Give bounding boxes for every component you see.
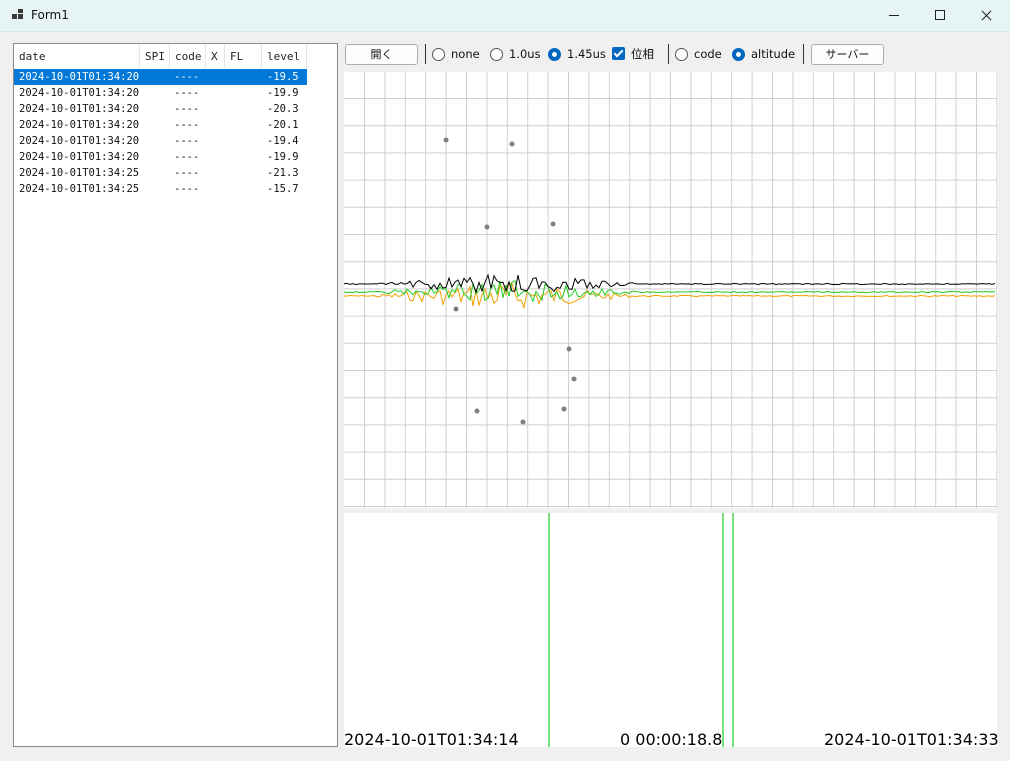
radio-none[interactable] xyxy=(432,48,445,61)
server-button[interactable]: サーバー xyxy=(811,44,884,65)
timeline-panel[interactable] xyxy=(344,513,997,747)
phase-marker xyxy=(443,137,449,143)
phase-marker xyxy=(571,376,577,382)
signal-chart xyxy=(343,72,998,508)
table-row[interactable]: 2024-10-01T01:34:20 ---- -19.9 xyxy=(14,85,307,101)
phase-checkbox[interactable] xyxy=(612,47,625,60)
table-row[interactable]: 2024-10-01T01:34:20 ---- -20.1 xyxy=(14,117,307,133)
open-button[interactable]: 開く xyxy=(345,44,418,65)
maximize-button[interactable] xyxy=(917,0,963,31)
table-row[interactable]: 2024-10-01T01:34:20 ---- -20.3 xyxy=(14,101,307,117)
window-title: Form1 xyxy=(31,8,69,22)
series-orange xyxy=(343,282,996,310)
column-header-x[interactable]: X xyxy=(206,44,225,68)
toolbar-separator xyxy=(425,44,426,64)
column-header-spi[interactable]: SPI xyxy=(140,44,170,68)
cell-code: ---- xyxy=(174,183,200,195)
cell-date: 2024-10-01T01:34:25 xyxy=(19,167,140,179)
cell-date: 2024-10-01T01:34:20 xyxy=(19,87,140,99)
phase-marker xyxy=(566,346,572,352)
radio-1-0us[interactable] xyxy=(490,48,503,61)
timeline-duration: 0 00:00:18.8 xyxy=(620,730,723,749)
cell-code: ---- xyxy=(174,103,200,115)
cell-level: -15.7 xyxy=(267,183,299,195)
phase-marker xyxy=(520,419,526,425)
timeline-end: 2024-10-01T01:34:33 xyxy=(824,730,999,749)
cell-date: 2024-10-01T01:34:20 xyxy=(19,103,140,115)
radio-code[interactable] xyxy=(675,48,688,61)
cell-level: -21.3 xyxy=(267,167,299,179)
cell-level: -20.3 xyxy=(267,103,299,115)
cell-date: 2024-10-01T01:34:20 xyxy=(19,151,140,163)
phase-marker xyxy=(550,221,556,227)
cell-code: ---- xyxy=(174,167,200,179)
cell-level: -19.4 xyxy=(267,135,299,147)
table-row[interactable]: 2024-10-01T01:34:20 ---- -19.5 xyxy=(14,69,307,85)
cell-code: ---- xyxy=(174,151,200,163)
cell-level: -19.9 xyxy=(267,87,299,99)
cell-level: -19.9 xyxy=(267,151,299,163)
table-row[interactable]: 2024-10-01T01:34:20 ---- -19.4 xyxy=(14,133,307,149)
cell-date: 2024-10-01T01:34:25 xyxy=(19,183,140,195)
radio-1-45us-label[interactable]: 1.45us xyxy=(567,47,606,62)
table-row[interactable]: 2024-10-01T01:34:20 ---- -19.9 xyxy=(14,149,307,165)
timeline-start: 2024-10-01T01:34:14 xyxy=(344,730,519,749)
cell-date: 2024-10-01T01:34:20 xyxy=(19,135,140,147)
column-header-date[interactable]: date xyxy=(14,44,140,68)
radio-1-45us[interactable] xyxy=(548,48,561,61)
column-header-code[interactable]: code xyxy=(170,44,206,68)
cell-date: 2024-10-01T01:34:20 xyxy=(19,71,140,83)
column-header-fl[interactable]: FL xyxy=(225,44,262,68)
toolbar-separator xyxy=(668,44,669,64)
maximize-icon xyxy=(935,10,945,20)
phase-marker xyxy=(484,224,490,230)
series-black xyxy=(343,273,996,294)
minimize-icon xyxy=(889,15,899,16)
app-icon xyxy=(12,9,24,21)
cell-level: -20.1 xyxy=(267,119,299,131)
radio-1-0us-label[interactable]: 1.0us xyxy=(509,47,541,62)
title-bar: Form1 xyxy=(0,0,1010,32)
cell-code: ---- xyxy=(174,87,200,99)
radio-none-label[interactable]: none xyxy=(451,47,480,62)
signal-plot xyxy=(343,72,998,508)
cell-level: -19.5 xyxy=(267,71,299,83)
radio-code-label[interactable]: code xyxy=(694,47,722,62)
record-list[interactable]: date SPI code X FL level 2024-10-01T01:3… xyxy=(13,43,338,747)
table-row[interactable]: 2024-10-01T01:34:25 ---- -15.7 xyxy=(14,181,307,197)
cell-code: ---- xyxy=(174,119,200,131)
cell-date: 2024-10-01T01:34:20 xyxy=(19,119,140,131)
phase-marker xyxy=(561,406,567,412)
cell-code: ---- xyxy=(174,135,200,147)
minimize-button[interactable] xyxy=(871,0,917,31)
timeline-plot xyxy=(548,513,734,747)
cell-code: ---- xyxy=(174,71,200,83)
toolbar-separator xyxy=(803,44,804,64)
phase-marker xyxy=(509,141,515,147)
radio-altitude-label[interactable]: altitude xyxy=(751,47,795,62)
phase-checkbox-label[interactable]: 位相 xyxy=(631,47,654,62)
radio-altitude[interactable] xyxy=(732,48,745,61)
phase-marker xyxy=(474,408,480,414)
column-header-level[interactable]: level xyxy=(262,44,307,68)
list-header: date SPI code X FL level xyxy=(14,44,337,68)
table-row[interactable]: 2024-10-01T01:34:25 ---- -21.3 xyxy=(14,165,307,181)
phase-marker xyxy=(453,306,459,312)
close-button[interactable] xyxy=(963,0,1009,31)
